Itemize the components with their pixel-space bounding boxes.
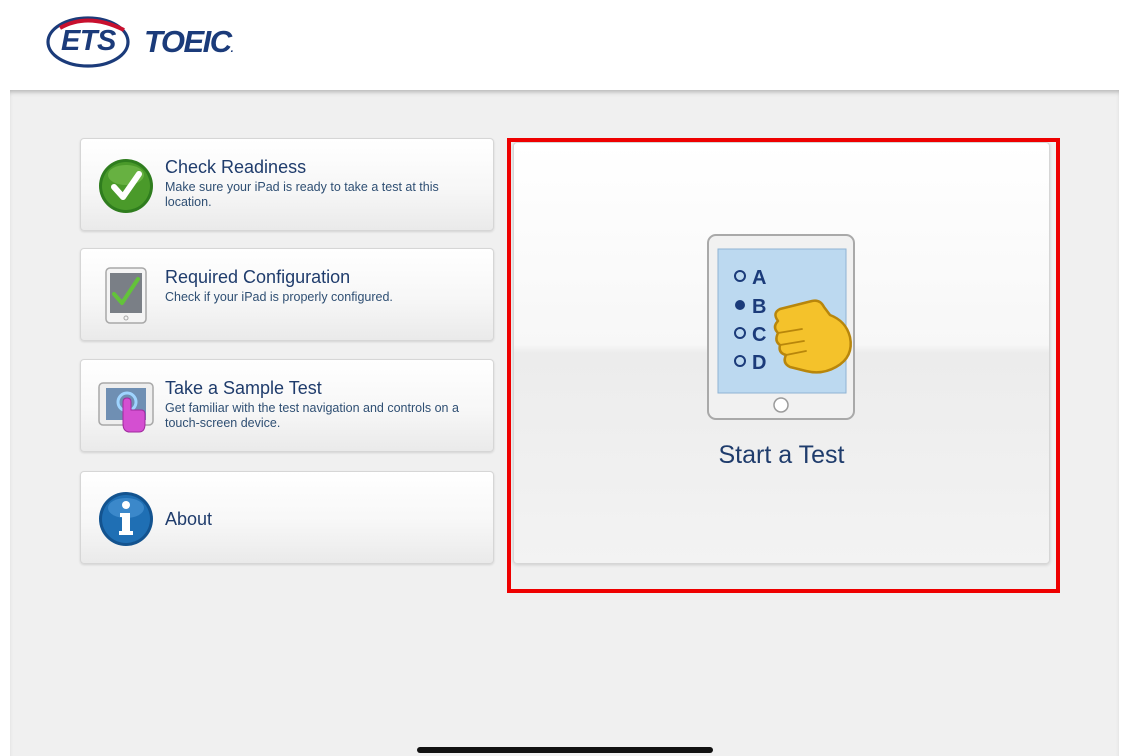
home-indicator[interactable] — [417, 747, 713, 753]
sample-test-button[interactable]: Take a Sample Test Get familiar with the… — [80, 359, 494, 452]
required-configuration-button[interactable]: Required Configuration Check if your iPa… — [80, 248, 494, 341]
start-test-label: Start a Test — [718, 441, 845, 469]
touch-tablet-icon — [97, 378, 155, 436]
app-header: ETS TOEIC. — [0, 0, 1123, 90]
info-icon — [97, 490, 155, 548]
menu-item-title: Required Configuration — [165, 267, 351, 287]
option-c-label: C — [752, 324, 766, 346]
menu-item-description: Get familiar with the test navigation an… — [165, 401, 459, 430]
option-a-label: A — [752, 267, 766, 289]
tablet-answer-sheet-icon: A B C D — [706, 233, 866, 423]
menu-item-title: Take a Sample Test — [165, 378, 322, 398]
menu-item-description: Make sure your iPad is ready to take a t… — [165, 180, 439, 209]
about-button[interactable]: About — [80, 471, 494, 564]
start-test-button[interactable]: A B C D Start a Test — [513, 142, 1050, 564]
ets-logo: ETS — [46, 14, 134, 70]
menu-item-title: About — [165, 509, 213, 529]
ets-toeic-logo: ETS TOEIC. — [46, 12, 251, 72]
tablet-checkmark-icon — [97, 267, 155, 325]
check-readiness-button[interactable]: Check Readiness Make sure your iPad is r… — [80, 138, 494, 231]
green-checkmark-icon — [97, 157, 155, 215]
menu-item-description: Check if your iPad is properly configure… — [165, 290, 393, 304]
menu-item-title: Check Readiness — [165, 157, 307, 177]
option-d-label: D — [752, 352, 766, 374]
option-b-label: B — [752, 296, 766, 318]
toeic-logo: TOEIC. — [144, 24, 234, 59]
